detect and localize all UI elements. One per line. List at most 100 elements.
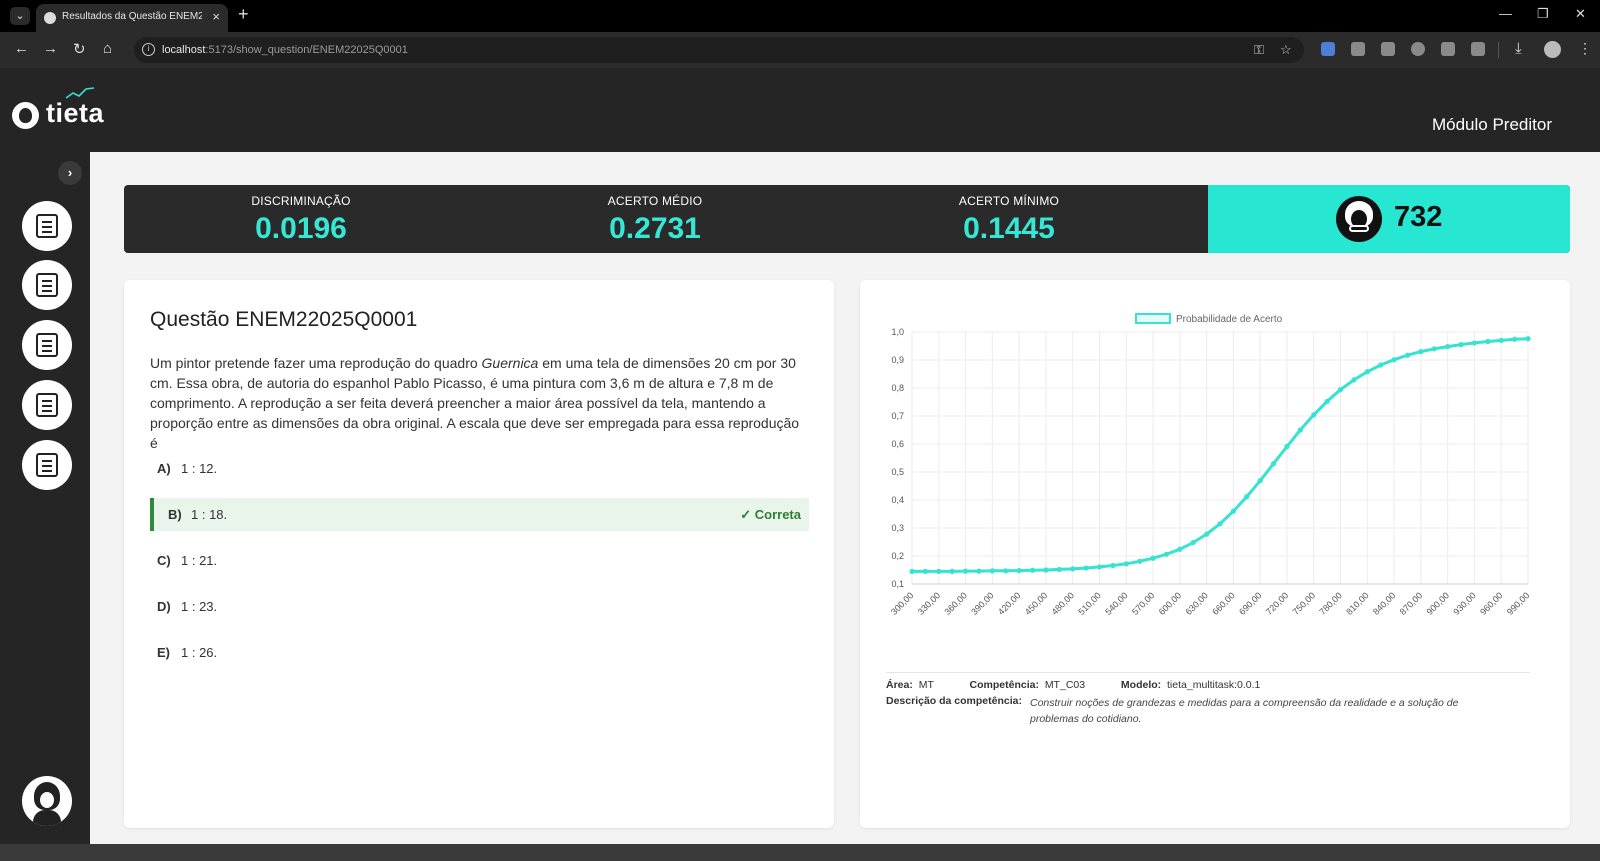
data-point bbox=[989, 568, 995, 574]
data-point bbox=[936, 568, 942, 574]
option-c[interactable]: C) 1 : 21. bbox=[150, 544, 809, 577]
browser-menu-icon[interactable]: ⋮ bbox=[1578, 40, 1592, 57]
extension-mail-icon[interactable] bbox=[1351, 42, 1365, 56]
download-icon[interactable]: ⤓ bbox=[1515, 40, 1522, 57]
stat-label: DISCRIMINAÇÃO bbox=[251, 194, 351, 208]
option-d[interactable]: D) 1 : 23. bbox=[150, 590, 809, 623]
x-tick-label: 720,00 bbox=[1264, 590, 1291, 617]
x-tick-label: 600,00 bbox=[1157, 590, 1184, 617]
x-tick-label: 660,00 bbox=[1210, 590, 1237, 617]
data-point bbox=[1003, 568, 1009, 574]
extension-m-icon[interactable] bbox=[1441, 42, 1455, 56]
y-tick-label: 0,2 bbox=[891, 551, 904, 561]
sidebar-item-edit[interactable] bbox=[22, 320, 72, 370]
home-button[interactable]: ⌂ bbox=[103, 40, 112, 57]
data-point bbox=[1270, 461, 1277, 467]
data-point bbox=[1110, 562, 1116, 569]
students-icon bbox=[36, 214, 58, 238]
x-tick-label: 390,00 bbox=[969, 590, 996, 617]
stat-label: ACERTO MÍNIMO bbox=[958, 194, 1060, 208]
url-text: localhost:5173/show_question/ENEM22025Q0… bbox=[162, 44, 408, 56]
logo-face-icon bbox=[12, 102, 39, 129]
toolbar-separator bbox=[1498, 42, 1499, 58]
x-tick-label: 450,00 bbox=[1023, 590, 1050, 617]
data-point bbox=[1217, 521, 1223, 527]
restore-button[interactable]: ❐ bbox=[1537, 6, 1549, 22]
y-tick-label: 0,6 bbox=[891, 439, 904, 449]
sidebar-item-files[interactable] bbox=[22, 260, 72, 310]
extension-camera-icon[interactable] bbox=[1381, 42, 1395, 56]
minimize-button[interactable]: — bbox=[1499, 6, 1512, 21]
x-tick-label: 570,00 bbox=[1130, 590, 1157, 617]
data-point bbox=[1512, 336, 1518, 342]
stat-label: ACERTO MÉDIO bbox=[607, 194, 703, 208]
modelo-value: tieta_multitask:0.0.1 bbox=[1167, 679, 1261, 691]
tab-search-button[interactable]: ⌄ bbox=[10, 7, 30, 25]
question-card: Questão ENEM22025Q0001 Um pintor pretend… bbox=[124, 280, 834, 828]
data-point bbox=[1445, 343, 1451, 350]
data-point bbox=[1525, 336, 1531, 342]
stat-value: 0.1445 bbox=[963, 212, 1055, 245]
address-bar[interactable]: i localhost:5173/show_question/ENEM22025… bbox=[134, 37, 1304, 63]
document-edit-icon bbox=[36, 333, 58, 357]
browser-tabstrip: ⌄ Resultados da Questão ENEM2 × + — ❐ ✕ bbox=[0, 0, 1600, 32]
stat-value: 0.2731 bbox=[609, 212, 701, 245]
competencia-value: MT_C03 bbox=[1044, 679, 1086, 691]
x-tick-label: 330,00 bbox=[916, 590, 943, 617]
option-a[interactable]: A) 1 : 12. bbox=[150, 452, 809, 485]
x-tick-label: 690,00 bbox=[1237, 590, 1264, 617]
chart-card: Probabilidade de Acerto 1,0 0,9 0,8 0,7 0,6 0,… bbox=[860, 280, 1570, 828]
sidebar-item-reports[interactable] bbox=[22, 440, 72, 490]
extension-translate-icon[interactable] bbox=[1321, 42, 1335, 56]
browser-toolbar: ← → ↻ ⌂ i localhost:5173/show_question/E… bbox=[0, 32, 1600, 68]
x-tick-label: 630,00 bbox=[1183, 590, 1210, 617]
x-tick-label: 990,00 bbox=[1505, 590, 1532, 617]
password-key-icon[interactable]: ⚿ bbox=[1254, 42, 1264, 58]
data-point bbox=[1364, 369, 1370, 375]
data-point bbox=[1056, 566, 1062, 573]
folder-icon bbox=[36, 273, 58, 297]
data-point bbox=[1284, 443, 1290, 450]
reload-button[interactable]: ↻ bbox=[73, 40, 86, 58]
data-point bbox=[1016, 567, 1022, 574]
legend-label: Probabilidade de Acerto bbox=[1176, 314, 1283, 325]
browser-tab[interactable]: Resultados da Questão ENEM2 × bbox=[36, 4, 228, 32]
extensions-puzzle-icon[interactable] bbox=[1471, 42, 1485, 56]
forward-button[interactable]: → bbox=[43, 40, 58, 57]
question-text: Um pintor pretende fazer uma reprodução … bbox=[150, 355, 800, 451]
bookmark-star-icon[interactable]: ☆ bbox=[1280, 42, 1292, 58]
sidebar-item-students[interactable] bbox=[22, 201, 72, 251]
tab-close-icon[interactable]: × bbox=[212, 9, 220, 24]
new-tab-button[interactable]: + bbox=[238, 4, 249, 25]
expand-sidebar-button[interactable]: › bbox=[58, 161, 82, 185]
logo-text: tieta bbox=[46, 98, 105, 128]
data-point bbox=[1070, 566, 1076, 572]
data-point bbox=[1177, 546, 1183, 552]
site-info-icon[interactable]: i bbox=[142, 43, 155, 56]
score-value: 732 bbox=[1394, 201, 1443, 233]
descricao-value: Construir noções de grandezas e medidas … bbox=[1030, 697, 1459, 725]
data-point bbox=[909, 568, 915, 574]
sidebar: › bbox=[0, 152, 90, 861]
x-tick-label: 840,00 bbox=[1371, 590, 1398, 617]
stat-acerto-medio: ACERTO MÉDIO 0.2731 bbox=[555, 185, 755, 253]
bottom-bar bbox=[0, 844, 1600, 861]
browser-profile-avatar[interactable] bbox=[1544, 41, 1561, 58]
legend-swatch bbox=[1135, 313, 1171, 324]
data-point bbox=[1351, 377, 1357, 383]
sidebar-item-teacher[interactable] bbox=[22, 380, 72, 430]
extension-globe-icon[interactable] bbox=[1411, 42, 1425, 56]
option-e[interactable]: E) 1 : 26. bbox=[150, 636, 809, 669]
y-tick-label: 0,7 bbox=[891, 411, 904, 421]
close-window-button[interactable]: ✕ bbox=[1575, 6, 1586, 22]
x-tick-label: 540,00 bbox=[1103, 590, 1130, 617]
option-b[interactable]: B) 1 : 18. ✓ Correta bbox=[150, 498, 809, 531]
x-tick-label: 360,00 bbox=[942, 590, 969, 617]
data-point bbox=[1471, 340, 1478, 346]
back-button[interactable]: ← bbox=[14, 40, 29, 57]
data-point bbox=[1043, 567, 1049, 573]
data-point bbox=[1029, 567, 1036, 573]
x-tick-label: 810,00 bbox=[1344, 590, 1371, 617]
user-avatar[interactable] bbox=[22, 776, 72, 826]
stat-acerto-minimo: ACERTO MÍNIMO 0.1445 bbox=[909, 185, 1109, 253]
